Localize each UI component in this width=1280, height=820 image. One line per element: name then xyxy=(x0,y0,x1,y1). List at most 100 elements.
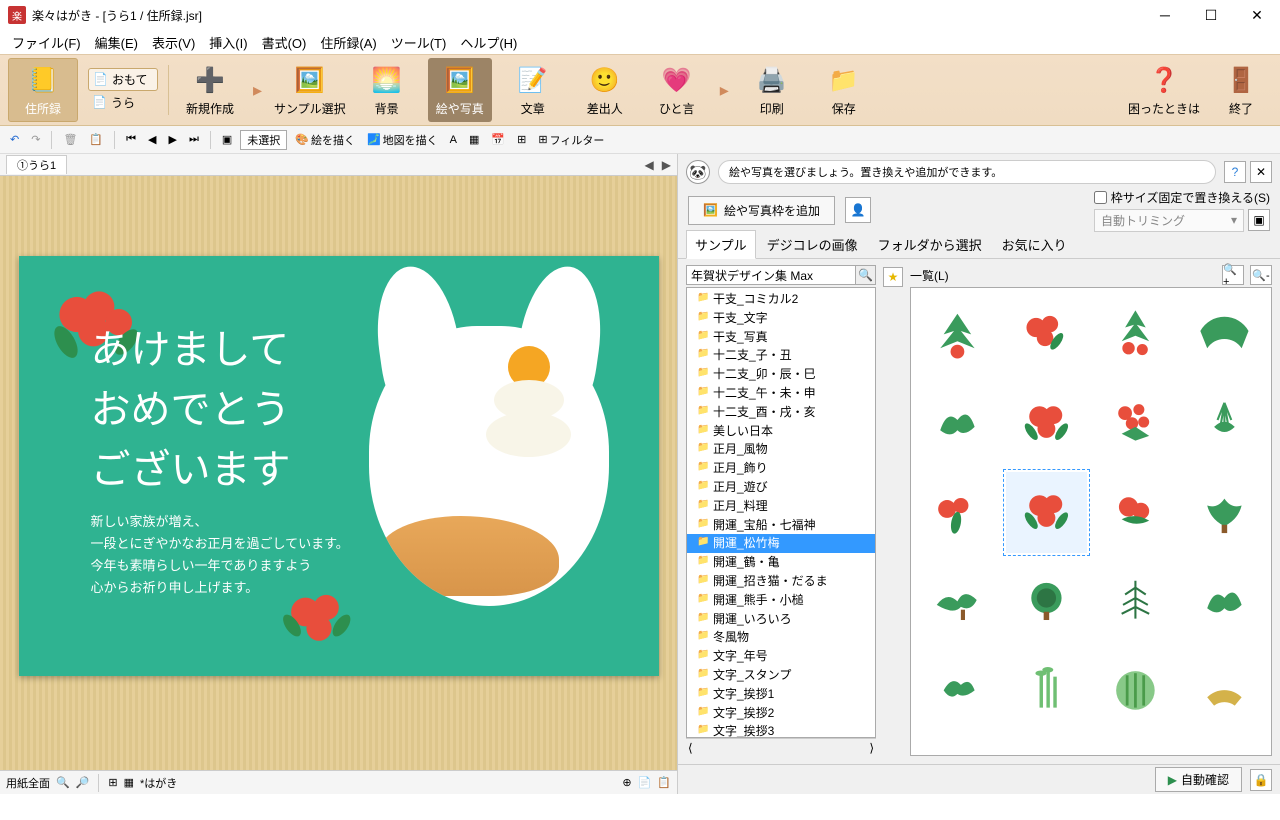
first-button[interactable]: ⏮ xyxy=(122,131,140,148)
clipart-thumbnail[interactable] xyxy=(917,650,998,731)
clipart-thumbnail[interactable] xyxy=(1006,472,1087,553)
tree-horizontal-scrollbar[interactable]: ⟨⟩ xyxy=(686,738,876,756)
category-tree[interactable]: 干支_コミカル2干支_文字干支_写真十二支_子・丑十二支_卯・辰・巳十二支_午・… xyxy=(686,287,876,738)
status-icon-1[interactable]: ⊕ xyxy=(622,776,631,789)
auto-trim-dropdown[interactable]: 自動トリミング▾ xyxy=(1094,209,1244,232)
tree-node[interactable]: 開運_いろいろ xyxy=(687,610,876,629)
close-button[interactable]: ✕ xyxy=(1234,0,1280,30)
tree-node[interactable]: 文字_年号 xyxy=(687,647,876,666)
ribbon-text[interactable]: 📝 文章 xyxy=(502,58,564,122)
collection-combo[interactable] xyxy=(686,265,856,285)
ribbon-word[interactable]: 💗 ひと言 xyxy=(646,58,708,122)
clipart-thumbnail[interactable] xyxy=(1095,383,1176,464)
clipart-thumbnail[interactable] xyxy=(1095,561,1176,642)
tree-node[interactable]: 十二支_酉・戌・亥 xyxy=(687,403,876,422)
delete-button[interactable]: 🗑 xyxy=(59,131,81,148)
menu-insert[interactable]: 挿入(I) xyxy=(203,31,253,54)
undo-button[interactable]: ↶ xyxy=(6,131,23,148)
ribbon-picture[interactable]: 🖼️ 絵や写真 xyxy=(428,58,492,122)
ribbon-save[interactable]: 📁 保存 xyxy=(813,58,875,122)
clipart-thumbnail[interactable] xyxy=(917,383,998,464)
menu-view[interactable]: 表示(V) xyxy=(146,31,201,54)
minimize-button[interactable]: ─ xyxy=(1142,0,1188,30)
trim-apply-button[interactable]: ▣ xyxy=(1248,209,1270,231)
help-button[interactable]: ? xyxy=(1224,161,1246,183)
clipart-thumbnail[interactable] xyxy=(1184,294,1265,375)
selection-state[interactable]: 未選択 xyxy=(240,130,287,150)
tree-node[interactable]: 開運_宝船・七福神 xyxy=(687,516,876,535)
thumbnail-grid[interactable] xyxy=(910,287,1272,756)
lock-button[interactable]: 🔒 xyxy=(1250,769,1272,791)
tree-node[interactable]: 開運_招き猫・だるま xyxy=(687,572,876,591)
draw-picture-button[interactable]: 🎨絵を描く xyxy=(291,130,359,150)
clipart-thumbnail[interactable] xyxy=(917,472,998,553)
clipart-thumbnail[interactable] xyxy=(1006,383,1087,464)
bunny-photo-frame[interactable] xyxy=(359,306,619,606)
tree-node[interactable]: 十二支_午・未・申 xyxy=(687,384,876,403)
page-icon[interactable]: ▦ xyxy=(124,776,134,789)
clipart-thumbnail[interactable] xyxy=(1095,650,1176,731)
menu-format[interactable]: 書式(O) xyxy=(256,31,313,54)
add-frame-button[interactable]: 🖼️ 絵や写真枠を追加 xyxy=(688,196,835,225)
maximize-button[interactable]: ☐ xyxy=(1188,0,1234,30)
font-color-button[interactable]: A xyxy=(446,132,461,148)
paper-mode[interactable]: 用紙全面 xyxy=(6,775,50,791)
favorite-button[interactable]: ★ xyxy=(883,267,903,287)
close-panel-button[interactable]: ✕ xyxy=(1250,161,1272,183)
redo-button[interactable]: ↷ xyxy=(27,131,44,148)
tree-node[interactable]: 干支_コミカル2 xyxy=(687,290,876,309)
tree-node[interactable]: 美しい日本 xyxy=(687,422,876,441)
last-button[interactable]: ⏭ xyxy=(185,131,203,148)
menu-help[interactable]: ヘルプ(H) xyxy=(454,31,523,54)
tree-node[interactable]: 十二支_卯・辰・巳 xyxy=(687,365,876,384)
next-button[interactable]: ▶ xyxy=(164,131,180,148)
status-icon-3[interactable]: 📋 xyxy=(657,776,671,789)
thumb-zoom-out[interactable]: 🔍- xyxy=(1250,265,1272,285)
tab-next-button[interactable]: ▶ xyxy=(662,158,671,172)
table-button[interactable]: ▦ xyxy=(465,131,483,148)
tab-folder[interactable]: フォルダから選択 xyxy=(869,230,991,258)
ribbon-help[interactable]: ❓ 困ったときは xyxy=(1128,58,1200,122)
menu-edit[interactable]: 編集(E) xyxy=(89,31,144,54)
tree-node[interactable]: 正月_風物 xyxy=(687,440,876,459)
grid-button[interactable]: ⊞ xyxy=(513,131,530,148)
tree-node[interactable]: 開運_松竹梅 xyxy=(687,534,876,553)
clipart-thumbnail[interactable] xyxy=(1006,650,1087,731)
filter-button[interactable]: ⊞フィルター xyxy=(534,130,608,150)
tree-node[interactable]: 開運_熊手・小槌 xyxy=(687,591,876,610)
ribbon-print[interactable]: 🖨️ 印刷 xyxy=(741,58,803,122)
tree-node[interactable]: 干支_写真 xyxy=(687,328,876,347)
tree-node[interactable]: 干支_文字 xyxy=(687,309,876,328)
tree-node[interactable]: 冬風物 xyxy=(687,628,876,647)
view-mode-icon[interactable]: ⊞ xyxy=(108,776,117,789)
ribbon-sample[interactable]: 🖼️ サンプル選択 xyxy=(274,58,346,122)
document-tab[interactable]: ①うら1 xyxy=(6,155,67,174)
tree-node[interactable]: 文字_挨拶1 xyxy=(687,685,876,704)
ribbon-exit[interactable]: 🚪 終了 xyxy=(1210,58,1272,122)
postcard[interactable]: あけまして おめでとう ございます 新しい家族が増え、 一段とにぎやかなお正月を… xyxy=(19,256,659,676)
prev-button[interactable]: ◀ xyxy=(144,131,160,148)
clipart-thumbnail[interactable] xyxy=(1184,472,1265,553)
ribbon-sender[interactable]: 🙂 差出人 xyxy=(574,58,636,122)
auto-confirm-button[interactable]: ▶自動確認 xyxy=(1155,767,1242,792)
tree-node[interactable]: 文字_挨拶3 xyxy=(687,722,876,738)
person-button[interactable]: 👤 xyxy=(845,197,871,223)
zoom-in-button[interactable]: 🔎 xyxy=(76,776,90,789)
tab-digicolle[interactable]: デジコレの画像 xyxy=(758,230,867,258)
ribbon-new[interactable]: ➕ 新規作成 xyxy=(179,58,241,122)
zoom-out-button[interactable]: 🔍 xyxy=(56,776,70,789)
menu-tools[interactable]: ツール(T) xyxy=(385,31,453,54)
menu-addressbook[interactable]: 住所録(A) xyxy=(314,31,382,54)
tree-node[interactable]: 文字_挨拶2 xyxy=(687,704,876,723)
ribbon-ura[interactable]: 📄うら xyxy=(88,92,158,113)
tree-node[interactable]: 正月_飾り xyxy=(687,459,876,478)
combo-search-button[interactable]: 🔍 xyxy=(856,265,876,285)
thumb-zoom-in[interactable]: 🔍+ xyxy=(1222,265,1244,285)
clipart-thumbnail[interactable] xyxy=(1006,561,1087,642)
draw-map-button[interactable]: 🗾地図を描く xyxy=(363,130,442,150)
clipart-thumbnail[interactable] xyxy=(1184,383,1265,464)
tree-node[interactable]: 正月_料理 xyxy=(687,497,876,516)
status-icon-2[interactable]: 📄 xyxy=(638,776,652,789)
clipart-thumbnail[interactable] xyxy=(917,561,998,642)
clipart-thumbnail[interactable] xyxy=(917,294,998,375)
